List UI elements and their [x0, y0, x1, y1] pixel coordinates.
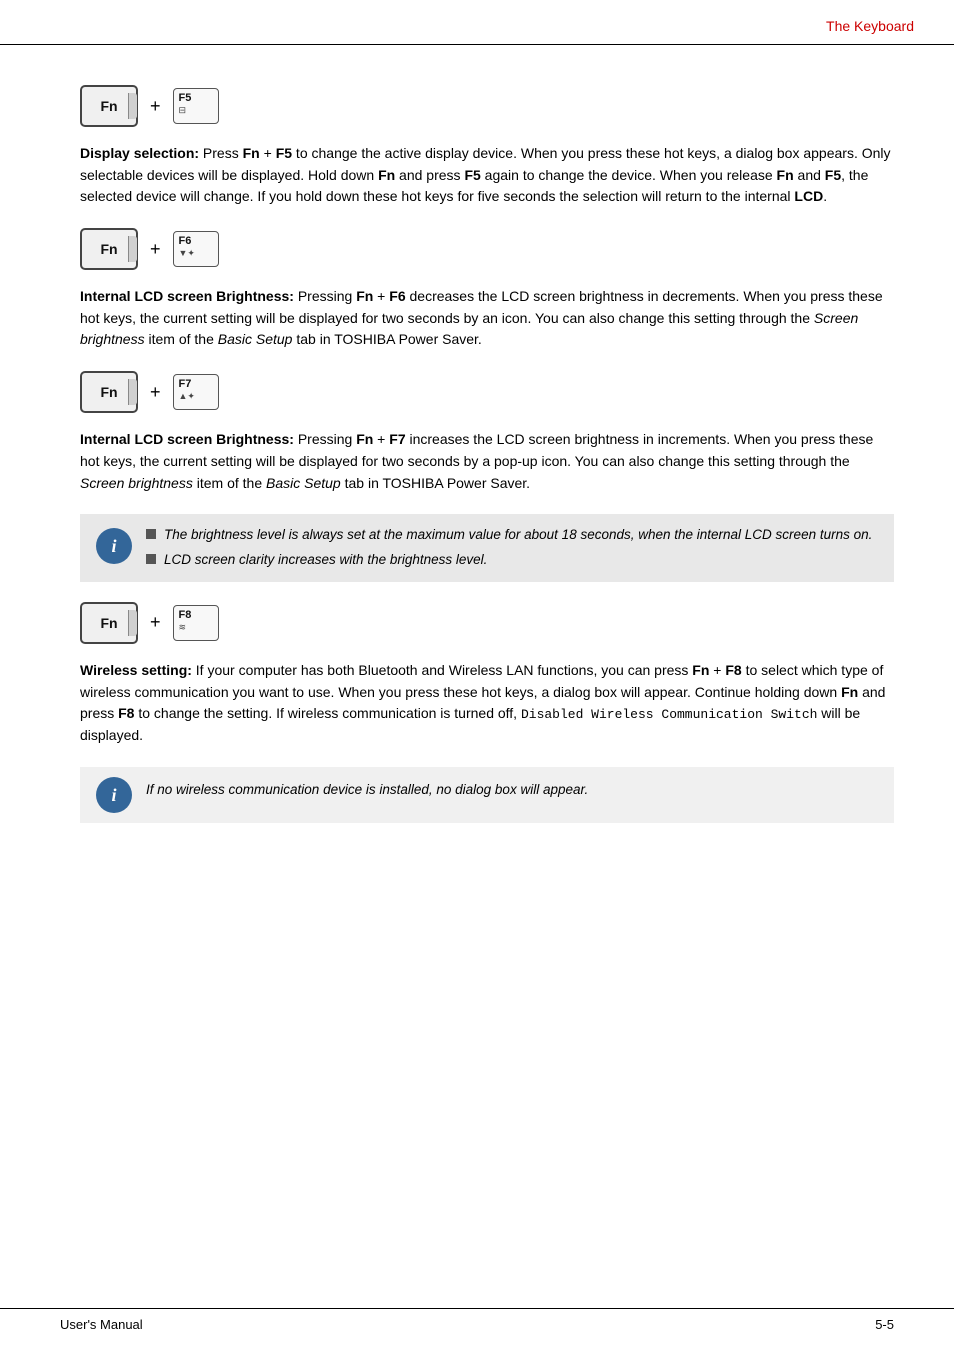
plus-f8: + — [150, 612, 161, 633]
info-text-2: LCD screen clarity increases with the br… — [164, 551, 487, 570]
footer-right: 5-5 — [875, 1317, 894, 1332]
f8-icon: ≋ — [179, 622, 187, 633]
wireless-title: Wireless setting: — [80, 662, 192, 678]
info-item-2: LCD screen clarity increases with the br… — [146, 551, 878, 570]
info-bullet-1 — [146, 529, 156, 539]
info-box-wireless: i If no wireless communication device is… — [80, 767, 894, 823]
brightness-dec-text: Internal LCD screen Brightness: Pressing… — [80, 286, 894, 351]
info-box-brightness: i The brightness level is always set at … — [80, 514, 894, 582]
plus-f5: + — [150, 96, 161, 117]
f7-key: F7 ▲✦ — [173, 374, 219, 410]
f6-icon: ▼✦ — [179, 248, 195, 259]
footer-left: User's Manual — [60, 1317, 143, 1332]
key-combo-f8: Fn + F8 ≋ — [80, 602, 894, 644]
info-bullet-2 — [146, 554, 156, 564]
f5-icon: ⊟ — [179, 105, 187, 116]
info-content-brightness: The brightness level is always set at th… — [146, 526, 878, 570]
info-icon-brightness: i — [96, 528, 132, 564]
f5-label: F5 — [179, 92, 192, 104]
plus-f6: + — [150, 239, 161, 260]
key-combo-f5: Fn + F5 ⊟ — [80, 85, 894, 127]
fn-key-f8: Fn — [80, 602, 138, 644]
page-footer: User's Manual 5-5 — [0, 1308, 954, 1332]
f8-key: F8 ≋ — [173, 605, 219, 641]
wireless-note: If no wireless communication device is i… — [146, 782, 588, 797]
plus-f7: + — [150, 382, 161, 403]
info-item-1: The brightness level is always set at th… — [146, 526, 878, 545]
fn-label-f7: Fn — [100, 384, 117, 400]
fn-key-f7: Fn — [80, 371, 138, 413]
key-combo-f7: Fn + F7 ▲✦ — [80, 371, 894, 413]
f5-key: F5 ⊟ — [173, 88, 219, 124]
fn-key-f5: Fn — [80, 85, 138, 127]
page-header: The Keyboard — [0, 0, 954, 45]
page-content: Fn + F5 ⊟ Display selection: Press Fn + … — [0, 45, 954, 863]
key-combo-f6: Fn + F6 ▼✦ — [80, 228, 894, 270]
f6-key: F6 ▼✦ — [173, 231, 219, 267]
display-selection-title: Display selection: — [80, 145, 199, 161]
f7-icon: ▲✦ — [179, 391, 195, 402]
fn-key-f6: Fn — [80, 228, 138, 270]
brightness-inc-text: Internal LCD screen Brightness: Pressing… — [80, 429, 894, 494]
f6-label: F6 — [179, 235, 192, 247]
wireless-text: Wireless setting: If your computer has b… — [80, 660, 894, 747]
info-icon-wireless: i — [96, 777, 132, 813]
fn-label-f8: Fn — [100, 615, 117, 631]
brightness-dec-title: Internal LCD screen Brightness: — [80, 288, 294, 304]
info-wireless-text: If no wireless communication device is i… — [146, 777, 588, 800]
f8-label: F8 — [179, 609, 192, 621]
header-title: The Keyboard — [826, 18, 914, 34]
brightness-inc-title: Internal LCD screen Brightness: — [80, 431, 294, 447]
f7-label: F7 — [179, 378, 192, 390]
fn-label-f5: Fn — [100, 98, 117, 114]
info-text-1: The brightness level is always set at th… — [164, 526, 872, 545]
fn-label-f6: Fn — [100, 241, 117, 257]
display-selection-text: Display selection: Press Fn + F5 to chan… — [80, 143, 894, 208]
